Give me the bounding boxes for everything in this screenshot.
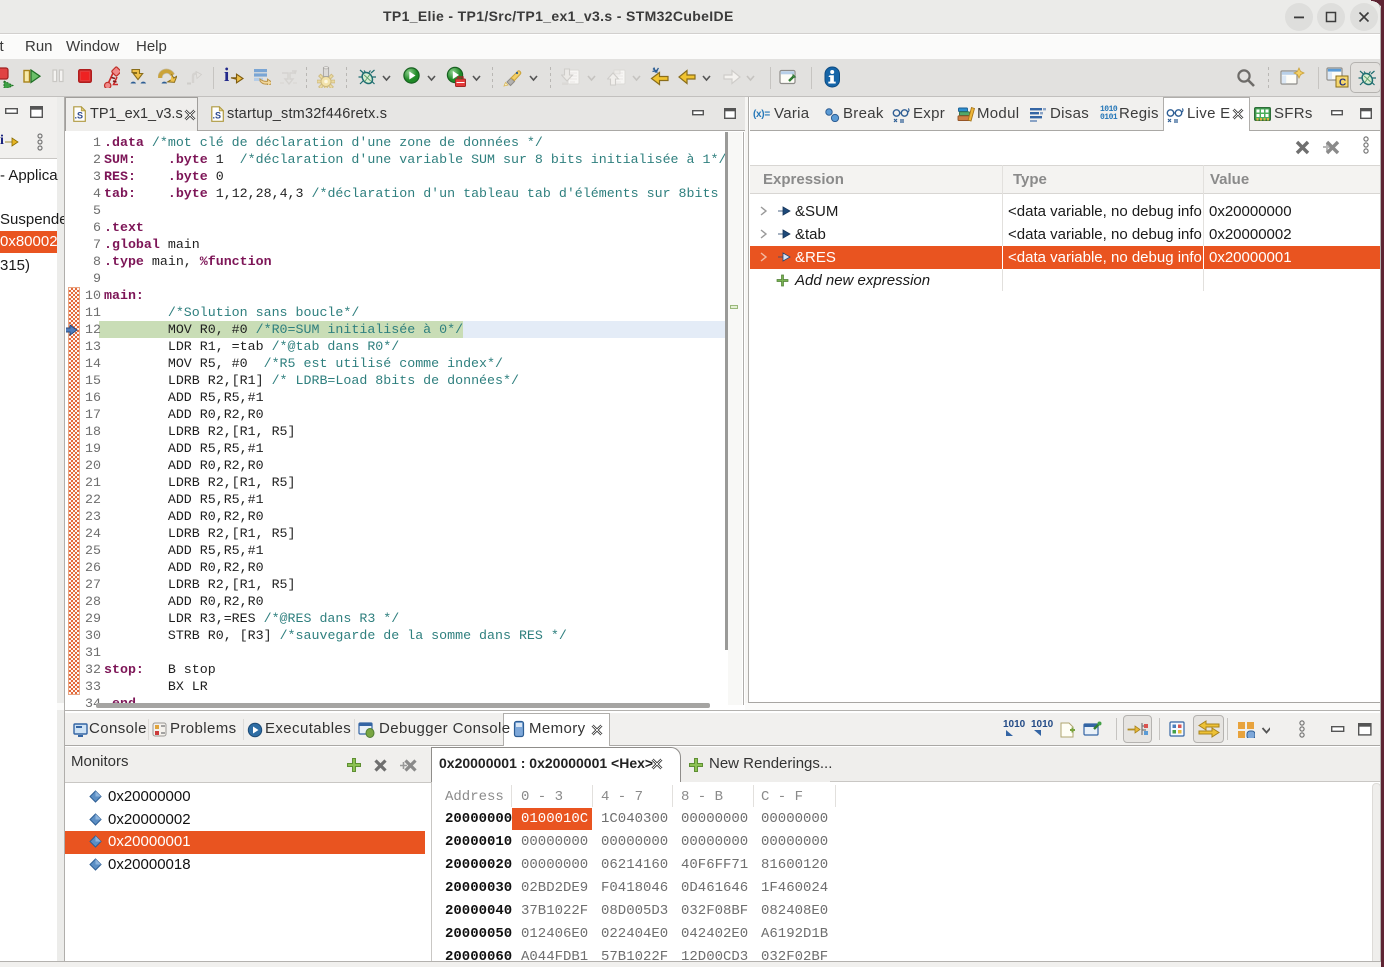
svg-text:C: C	[1339, 78, 1346, 89]
svg-text:.S: .S	[213, 111, 222, 121]
svg-text:.S: .S	[75, 111, 84, 121]
